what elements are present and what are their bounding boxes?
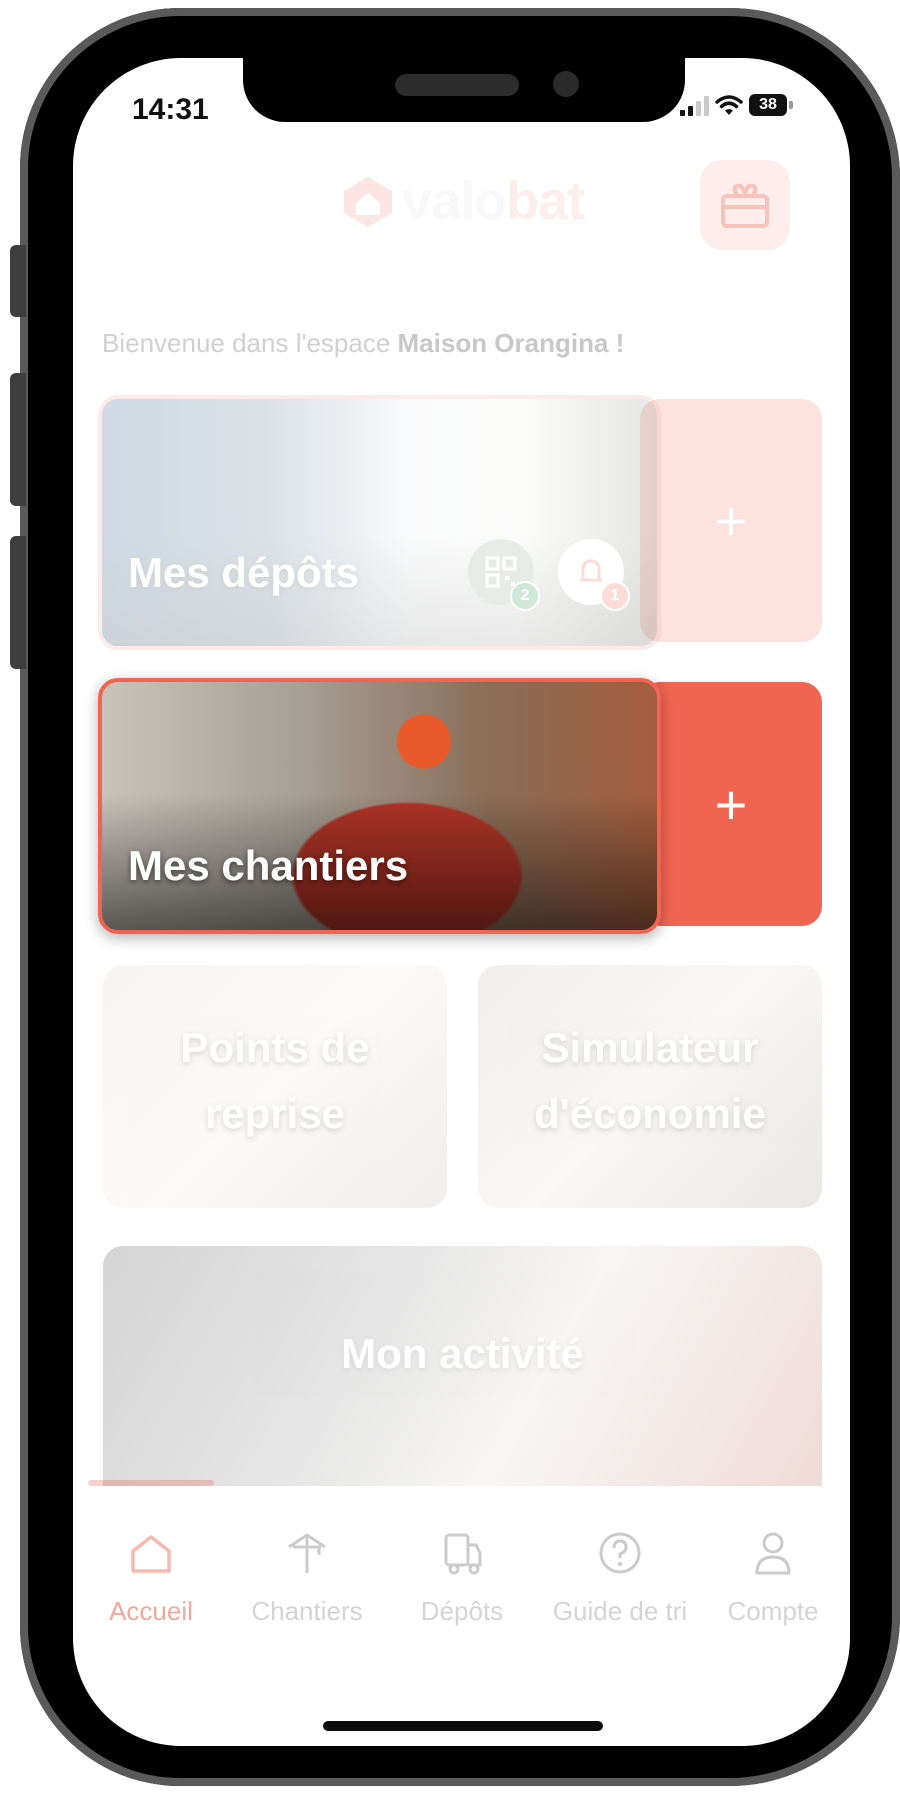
valobat-logo: valobat	[340, 170, 585, 232]
mes-chantiers-card[interactable]: Mes chantiers	[98, 678, 661, 934]
crane-icon	[288, 1533, 326, 1573]
phone-volume-down	[10, 536, 26, 669]
mon-activite-card[interactable]: Mon activité	[103, 1246, 822, 1486]
active-tab-indicator	[88, 1480, 214, 1486]
tab-accueil[interactable]: Accueil	[76, 1528, 226, 1627]
mes-chantiers-title: Mes chantiers	[128, 842, 409, 889]
add-depot-button[interactable]: +	[640, 399, 822, 642]
welcome-text: Bienvenue dans l'espace Maison Orangina …	[102, 328, 625, 358]
mes-depots-card[interactable]: Mes dépôts 2 1	[98, 395, 661, 650]
bell-icon	[580, 559, 602, 582]
tab-compte[interactable]: Compte	[698, 1528, 848, 1627]
phone-camera	[553, 71, 579, 97]
wifi-icon	[715, 95, 743, 115]
tab-guide-de-tri-label: Guide de tri	[552, 1596, 688, 1626]
tab-chantiers[interactable]: Chantiers	[232, 1528, 382, 1627]
home-indicator[interactable]	[323, 1721, 603, 1731]
battery-icon: 38	[749, 94, 787, 116]
company-name: Maison Orangina !	[397, 328, 625, 358]
points-de-reprise-title: Points de reprise	[180, 1024, 370, 1137]
tab-chantiers-label: Chantiers	[251, 1596, 363, 1626]
phone-speaker	[395, 74, 519, 96]
plus-icon: +	[714, 772, 748, 836]
question-icon	[599, 1532, 641, 1574]
mes-depots-title: Mes dépôts	[128, 549, 360, 596]
qr-code-icon	[485, 556, 517, 588]
gift-button[interactable]	[700, 160, 790, 250]
tab-depots[interactable]: Dépôts	[387, 1528, 537, 1627]
alert-badge[interactable]: 1	[558, 539, 630, 611]
tab-depots-label: Dépôts	[420, 1596, 504, 1626]
mon-activite-title: Mon activité	[341, 1330, 584, 1377]
qr-code-count: 2	[510, 581, 540, 611]
simulateur-title: Simulateur d'économie	[534, 1024, 766, 1137]
status-icons: 38	[680, 94, 793, 116]
house-logo-icon	[344, 177, 392, 227]
battery-tip	[789, 101, 793, 109]
simulateur-card[interactable]: Simulateur d'économie	[478, 965, 822, 1208]
logo-text-valo: valo	[402, 171, 507, 231]
phone-volume-up	[10, 373, 26, 506]
tab-accueil-label: Accueil	[109, 1596, 193, 1626]
truck-icon	[444, 1533, 482, 1575]
user-icon	[755, 1532, 791, 1575]
points-de-reprise-card[interactable]: Points de reprise	[103, 965, 447, 1208]
qr-code-badge[interactable]: 2	[468, 539, 540, 611]
plus-icon: +	[714, 489, 748, 552]
add-chantier-button[interactable]: +	[640, 682, 822, 926]
status-time: 14:31	[132, 93, 209, 126]
tab-guide-de-tri[interactable]: Guide de tri	[545, 1528, 695, 1627]
phone-side-button	[10, 245, 26, 317]
signal-icon	[680, 94, 709, 116]
logo-text-bat: bat	[506, 171, 585, 231]
alert-count: 1	[600, 581, 630, 611]
home-icon	[131, 1535, 171, 1573]
tab-compte-label: Compte	[727, 1596, 819, 1626]
gift-icon	[721, 183, 769, 228]
